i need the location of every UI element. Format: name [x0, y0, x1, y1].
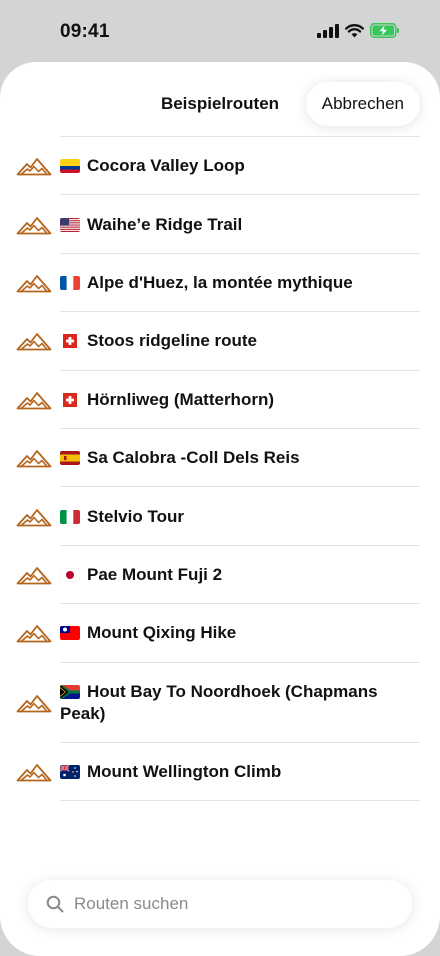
switzerland-flag-icon — [63, 334, 77, 349]
taiwan-flag-icon — [60, 626, 80, 641]
route-label-group: Waihe’e Ridge Trail — [60, 214, 242, 236]
route-label: Alpe d'Huez, la montée mythique — [87, 272, 353, 292]
mountain-icon — [16, 694, 52, 712]
route-label: Stelvio Tour — [87, 506, 184, 526]
route-label: Mount Qixing Hike — [87, 623, 237, 643]
search-input[interactable] — [74, 894, 374, 914]
route-list-item[interactable]: Sa Calobra -Coll Dels Reis — [0, 429, 440, 488]
search-icon — [46, 895, 64, 913]
mountain-icon — [16, 625, 52, 643]
sheet-header: Beispielrouten Abbrechen — [0, 62, 440, 136]
route-label: Hörnliweg (Matterhorn) — [87, 389, 274, 409]
australia-flag-icon — [60, 764, 80, 779]
route-label-group: Mount Qixing Hike — [60, 622, 236, 644]
cancel-button[interactable]: Abbrechen — [305, 82, 420, 126]
status-bar: 09:41 — [0, 0, 440, 62]
spain-flag-icon — [60, 451, 80, 466]
route-list-item[interactable]: Hout Bay To Noordhoek (Chapmans Peak) — [0, 663, 440, 743]
cellular-signal-icon — [317, 23, 339, 38]
route-label-group: Mount Wellington Climb — [60, 761, 281, 783]
route-list-item[interactable]: Alpe d'Huez, la montée mythique — [0, 254, 440, 313]
route-label-group: Stelvio Tour — [60, 506, 184, 528]
wifi-icon — [345, 23, 364, 37]
route-label: Mount Wellington Climb — [87, 761, 282, 781]
route-list-item[interactable]: Cocora Valley Loop — [0, 137, 440, 196]
route-label-group: Stoos ridgeline route — [60, 330, 257, 352]
route-label-group: Alpe d'Huez, la montée mythique — [60, 272, 353, 294]
route-label-group: Cocora Valley Loop — [60, 155, 245, 177]
route-label-group: Pae Mount Fuji 2 — [60, 564, 222, 586]
mountain-icon — [16, 567, 52, 585]
mountain-icon — [16, 391, 52, 410]
route-list-item[interactable]: Pae Mount Fuji 2 — [0, 546, 440, 605]
france-flag-icon — [60, 275, 80, 290]
mountain-icon — [16, 333, 52, 351]
mountain-icon — [16, 216, 52, 234]
switzerland-flag-icon — [63, 392, 77, 407]
route-label: Sa Calobra -Coll Dels Reis — [87, 448, 300, 468]
example-routes-sheet: Beispielrouten Abbrechen Cocora Valley L… — [0, 62, 440, 956]
battery-charging-icon — [370, 23, 399, 38]
japan-flag-icon — [60, 567, 80, 582]
route-list-item[interactable]: Stoos ridgeline route — [0, 312, 440, 371]
route-list-item[interactable]: Mount Wellington Climb — [0, 743, 440, 802]
italy-flag-icon — [60, 509, 80, 524]
route-list: Cocora Valley Loop Waihe’e Ridge Trail Alp… — [0, 136, 440, 802]
route-label-group: Hout Bay To Noordhoek (Chapmans Peak) — [60, 681, 420, 725]
route-list-item[interactable]: Waihe’e Ridge Trail — [0, 195, 440, 255]
mountain-icon — [16, 158, 52, 176]
route-label: Hout Bay To Noordhoek (Chapmans Peak) — [60, 681, 378, 723]
route-label: Stoos ridgeline route — [87, 331, 258, 351]
route-list-item[interactable]: Stelvio Tour — [0, 487, 440, 547]
south-africa-flag-icon — [60, 684, 80, 699]
search-bar[interactable] — [28, 880, 412, 928]
usa-flag-icon — [60, 217, 80, 232]
mountain-icon — [16, 450, 52, 468]
route-label: Pae Mount Fuji 2 — [87, 564, 223, 584]
route-label-group: Sa Calobra -Coll Dels Reis — [60, 447, 300, 469]
route-label: Waihe’e Ridge Trail — [87, 214, 243, 234]
status-time: 09:41 — [60, 21, 110, 42]
route-label-group: Hörnliweg (Matterhorn) — [60, 389, 274, 411]
mountain-icon — [16, 763, 52, 782]
mountain-icon — [16, 508, 52, 526]
route-list-item[interactable]: Mount Qixing Hike — [0, 604, 440, 663]
route-label: Cocora Valley Loop — [87, 156, 245, 176]
status-icons — [317, 23, 400, 38]
mountain-icon — [16, 275, 52, 293]
colombia-flag-icon — [60, 159, 80, 174]
route-list-item[interactable]: Hörnliweg (Matterhorn) — [0, 371, 440, 430]
